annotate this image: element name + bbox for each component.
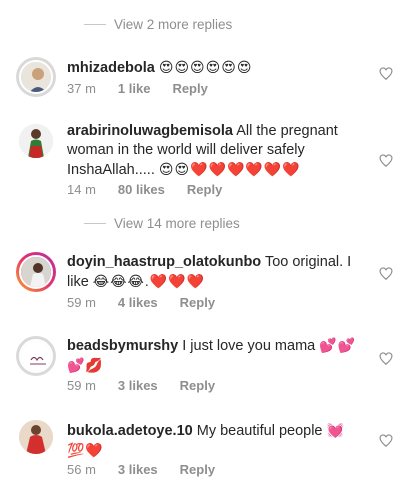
comment-text: arabirinoluwagbemisola All the pregnant … <box>67 122 362 180</box>
avatar[interactable] <box>16 336 56 376</box>
avatar[interactable] <box>16 57 56 97</box>
comment-username[interactable]: doyin_haastrup_olatokunbo <box>67 254 261 270</box>
comment-time: 56 m <box>67 462 96 477</box>
comment-time: 37 m <box>67 81 96 96</box>
comment-likes[interactable]: 3 likes <box>118 462 158 477</box>
comment-meta: 14 m 80 likes Reply <box>67 182 222 197</box>
comment-text: bukola.adetoye.10 My beautiful people 💓💯… <box>67 421 362 461</box>
view-more-replies-label: View 14 more replies <box>114 216 240 231</box>
comment-time: 14 m <box>67 182 96 197</box>
comment-text: beadsbymurshy I just love you mama 💕💕💕💋 <box>67 336 362 376</box>
comment-time: 59 m <box>67 295 96 310</box>
view-more-replies-button[interactable]: View 2 more replies <box>84 17 232 32</box>
comment-username[interactable]: beadsbymurshy <box>67 338 178 354</box>
avatar[interactable] <box>19 124 53 158</box>
avatar[interactable] <box>16 252 56 292</box>
comment-body: My beautiful people <box>196 423 323 439</box>
avatar-image <box>19 124 53 158</box>
avatar-image <box>19 420 53 454</box>
comment-meta: 59 m 4 likes Reply <box>67 295 215 310</box>
comment-likes[interactable]: 80 likes <box>118 182 165 197</box>
heart-outline-icon[interactable] <box>379 67 393 81</box>
comment-body: I just love you mama <box>182 338 316 354</box>
avatar-image <box>21 257 51 287</box>
reply-button[interactable]: Reply <box>180 378 215 393</box>
view-more-replies-button[interactable]: View 14 more replies <box>84 216 240 231</box>
reply-button[interactable]: Reply <box>172 81 207 96</box>
comment-emoji: 😍😍😍😍😍😍 <box>158 59 253 75</box>
view-more-replies-label: View 2 more replies <box>114 17 233 32</box>
comment-time: 59 m <box>67 378 96 393</box>
comment-meta: 37 m 1 like Reply <box>67 81 208 96</box>
heart-outline-icon[interactable] <box>379 154 393 168</box>
comment-emoji: 😂😂😂.❤️❤️❤️ <box>92 273 206 289</box>
comment-meta: 56 m 3 likes Reply <box>67 462 215 477</box>
avatar-image <box>21 341 51 371</box>
reply-button[interactable]: Reply <box>180 462 215 477</box>
comment-text: doyin_haastrup_olatokunbo Too original. … <box>67 253 362 292</box>
avatar[interactable] <box>19 420 53 454</box>
divider-line <box>84 24 106 25</box>
comment-likes[interactable]: 1 like <box>118 81 151 96</box>
heart-outline-icon[interactable] <box>379 352 393 366</box>
heart-outline-icon[interactable] <box>379 267 393 281</box>
comment-text: mhizadebola 😍😍😍😍😍😍 <box>67 58 362 78</box>
comment-emoji: 😍😍❤️❤️❤️❤️❤️❤️ <box>158 161 301 177</box>
divider-line <box>84 223 106 224</box>
avatar-image <box>21 62 51 92</box>
comment-username[interactable]: arabirinoluwagbemisola <box>67 123 233 139</box>
comment-likes[interactable]: 4 likes <box>118 295 158 310</box>
comment-likes[interactable]: 3 likes <box>118 378 158 393</box>
comment-meta: 59 m 3 likes Reply <box>67 378 215 393</box>
heart-outline-icon[interactable] <box>379 434 393 448</box>
comment-username[interactable]: bukola.adetoye.10 <box>67 423 193 439</box>
reply-button[interactable]: Reply <box>187 182 222 197</box>
reply-button[interactable]: Reply <box>180 295 215 310</box>
comment-username[interactable]: mhizadebola <box>67 60 155 76</box>
